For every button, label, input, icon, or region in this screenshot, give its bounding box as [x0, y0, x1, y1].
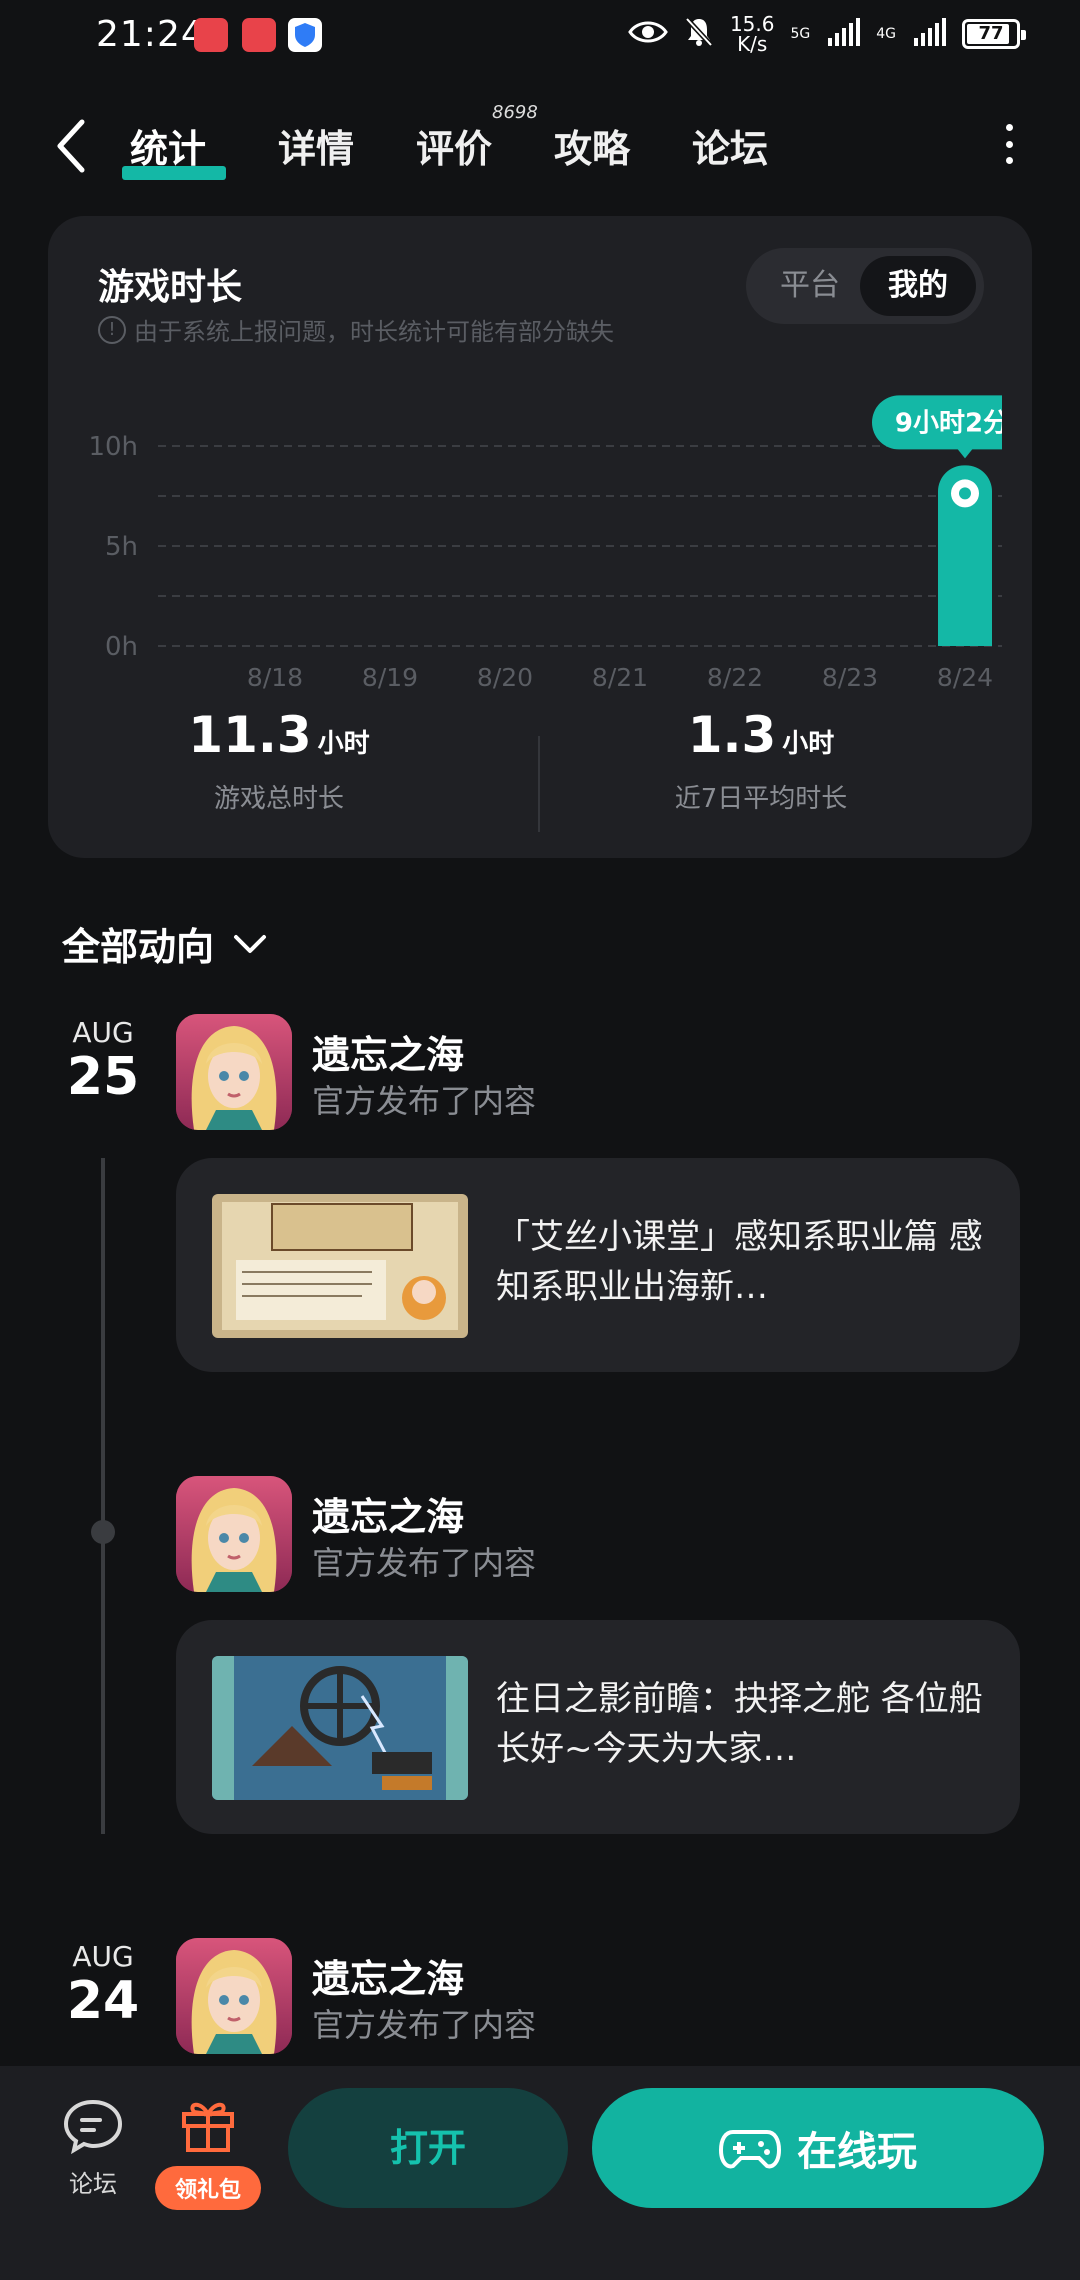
post-text: 「艾丝小课堂」感知系职业篇 感知系职业出海新… [496, 1217, 983, 1307]
total-playtime-value: 11.3 [188, 706, 312, 764]
signal-icon [826, 18, 861, 50]
post-card[interactable]: 「艾丝小课堂」感知系职业篇 感知系职业出海新… [176, 1158, 1020, 1372]
game-avatar[interactable] [176, 1938, 292, 2054]
chevron-down-icon [234, 934, 267, 953]
tab-reviews[interactable]: 评价 [416, 118, 492, 173]
avg-playtime-value: 1.3 [687, 706, 777, 764]
total-playtime-unit: 小时 [317, 729, 370, 759]
gamepad-icon [719, 2130, 781, 2169]
review-count-badge: 8698 [492, 102, 538, 123]
status-bar: 21:24 15.6 K/s 5G 4G 77 [0, 0, 1080, 70]
status-time: 21:24 [96, 14, 205, 55]
open-game-button[interactable]: 打开 [288, 2088, 568, 2208]
playtime-stats: 11.3 小时 游戏总时长 1.3 小时 近7日平均时长 [48, 706, 1032, 836]
network-speed-value: 15.6 [729, 12, 775, 36]
mute-bell-icon [684, 16, 714, 52]
battery-level: 77 [978, 23, 1004, 44]
playtime-notice-text: 由于系统上报问题，时长统计可能有部分缺失 [134, 318, 614, 346]
game-name[interactable]: 遗忘之海 [312, 1024, 464, 1079]
date-day: 24 [66, 1971, 140, 2031]
x-tick-label: 8/21 [592, 663, 648, 692]
gift-pack-button[interactable]: 领礼包 [150, 2096, 266, 2210]
shield-app-icon [288, 18, 322, 52]
playtime-chart: 0h 5h 10h 8/18 8/19 8/20 8/21 8/22 8/23 8/24 9小时2分… [88, 395, 1002, 692]
avg-playtime: 1.3 小时 近7日平均时长 [611, 706, 911, 815]
chart-bar-base [938, 495, 992, 646]
x-tick-label: 8/24 [937, 663, 993, 692]
chevron-left-icon [57, 119, 85, 173]
tab-details[interactable]: 详情 [278, 118, 354, 173]
gift-icon [182, 2102, 234, 2152]
chart-tooltip-pointer [957, 448, 973, 459]
play-online-button[interactable]: 在线玩 [592, 2088, 1044, 2208]
bottom-action-bar: 论坛 领礼包 打开 在线玩 [0, 2066, 1080, 2280]
total-playtime: 11.3 小时 游戏总时长 [129, 706, 429, 815]
y-tick-label: 0h [105, 632, 138, 662]
play-online-label: 在线玩 [797, 2129, 917, 2175]
toggle-mine[interactable]: 我的 [860, 256, 976, 316]
game-action: 官方发布了内容 [312, 1082, 537, 1120]
x-tick-label: 8/18 [247, 663, 303, 692]
game-action: 官方发布了内容 [312, 2006, 537, 2044]
playtime-card: 游戏时长 ! 由于系统上报问题，时长统计可能有部分缺失 平台 我的 0h 5h 10… [48, 216, 1032, 858]
eye-icon [628, 18, 668, 50]
game-avatar[interactable] [176, 1476, 292, 1592]
game-action: 官方发布了内容 [312, 1544, 537, 1582]
forum-button[interactable]: 论坛 [58, 2098, 128, 2199]
network-speed-unit: K/s [737, 32, 768, 56]
timeline-line [101, 1158, 105, 1834]
stats-divider [538, 736, 540, 832]
top-nav: 统计 详情 评价 8698 攻略 论坛 [0, 100, 1080, 190]
date-label: AUG 25 [64, 1016, 142, 1105]
gift-pack-label: 领礼包 [154, 2166, 261, 2210]
network-type-2: 4G [876, 26, 896, 42]
post-card[interactable]: 往日之影前瞻：抉择之舵 各位船长好~今天为大家… [176, 1620, 1020, 1834]
avg-playtime-label: 近7日平均时长 [674, 784, 848, 814]
huawei-app-icon [194, 18, 228, 52]
forum-label: 论坛 [69, 2170, 117, 2198]
network-type-1: 5G [790, 26, 811, 42]
tab-guides[interactable]: 攻略 [554, 118, 630, 173]
post-text: 往日之影前瞻：抉择之舵 各位船长好~今天为大家… [496, 1679, 983, 1769]
post-thumbnail [212, 1656, 468, 1800]
game-avatar[interactable] [176, 1014, 292, 1130]
game-name[interactable]: 遗忘之海 [312, 1486, 464, 1541]
feed-filter-label: 全部动向 [62, 925, 215, 969]
avg-playtime-unit: 小时 [782, 729, 835, 759]
signal-icon [912, 18, 946, 50]
tab-forum[interactable]: 论坛 [692, 118, 768, 173]
status-icons: 15.6 K/s 5G 4G 77 [628, 14, 1026, 54]
x-tick-label: 8/23 [822, 663, 878, 692]
info-icon: ! [98, 315, 126, 344]
date-label: AUG 24 [64, 1940, 142, 2029]
playtime-notice: ! 由于系统上报问题，时长统计可能有部分缺失 [98, 312, 614, 347]
chart-bar-marker-inner [959, 487, 971, 500]
x-tick-label: 8/22 [707, 663, 763, 692]
chart-tooltip-text: 9小时2分钟 [895, 407, 1002, 438]
date-day: 25 [66, 1047, 140, 1107]
battery-icon: 77 [962, 19, 1026, 49]
x-tick-label: 8/20 [477, 663, 533, 692]
date-month: AUG [72, 1016, 134, 1049]
date-month: AUG [72, 1940, 134, 1973]
chat-bubble-icon [63, 2099, 123, 2155]
feed-filter-dropdown[interactable]: 全部动向 [62, 916, 268, 971]
network-speed: 15.6 K/s [730, 14, 775, 54]
x-tick-label: 8/19 [362, 663, 418, 692]
tab-stats[interactable]: 统计 [130, 118, 206, 173]
playtime-title: 游戏时长 [98, 267, 243, 308]
y-tick-label: 10h [88, 432, 138, 462]
post-thumbnail [212, 1194, 468, 1338]
platform-mine-toggle: 平台 我的 [746, 248, 984, 324]
more-options-button[interactable] [1004, 124, 1014, 164]
back-button[interactable] [52, 118, 92, 174]
game-name[interactable]: 遗忘之海 [312, 1948, 464, 2003]
huawei-app-icon [242, 18, 276, 52]
timeline-dot [91, 1520, 115, 1544]
total-playtime-label: 游戏总时长 [213, 784, 344, 814]
y-tick-label: 5h [105, 532, 138, 562]
toggle-platform[interactable]: 平台 [752, 256, 868, 316]
